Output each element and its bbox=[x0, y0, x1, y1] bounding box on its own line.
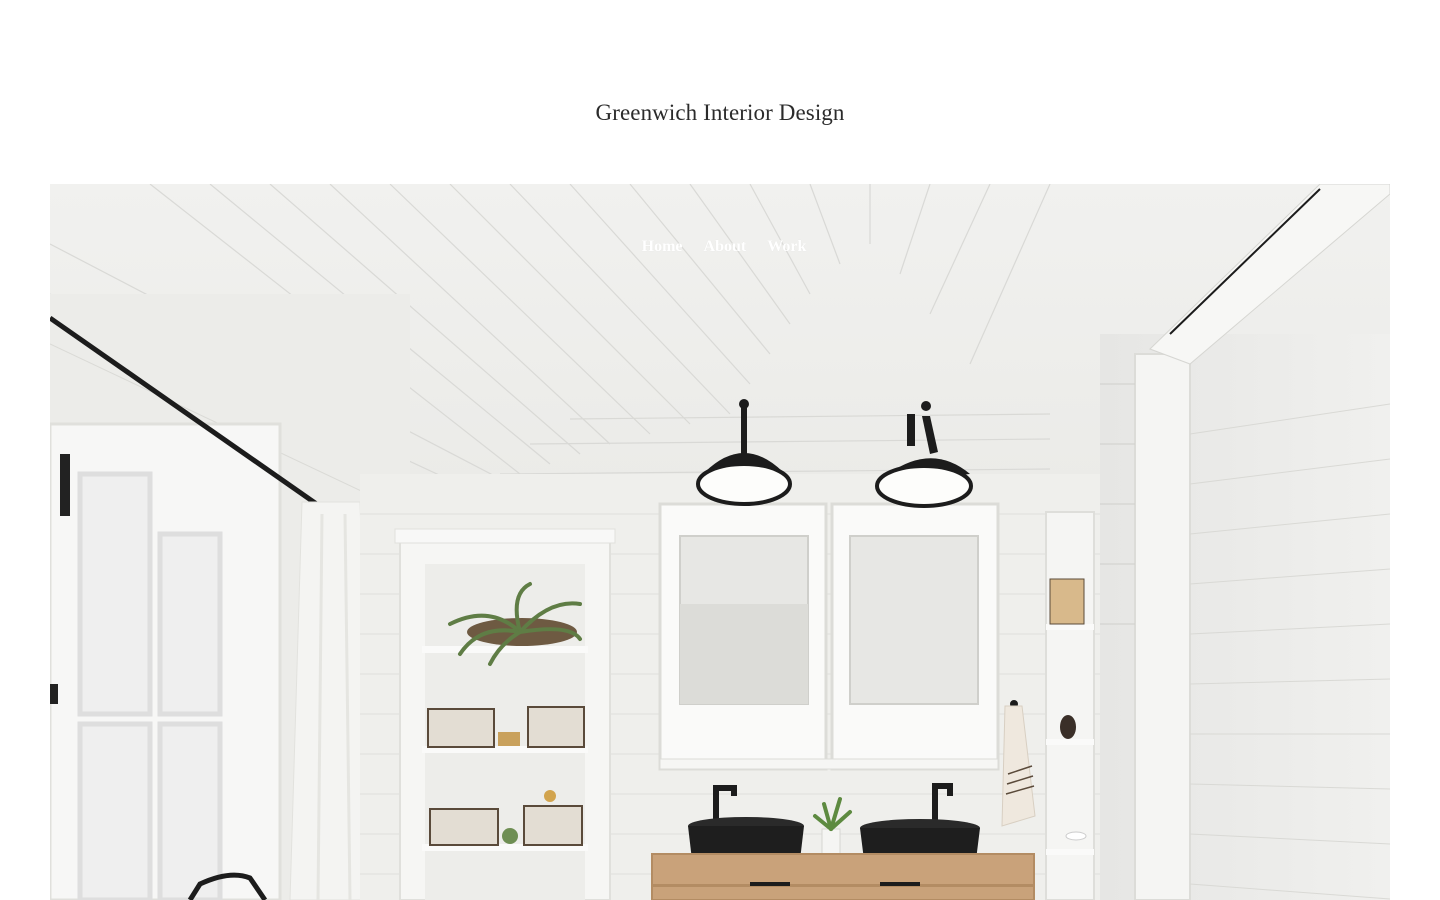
site-title[interactable]: Greenwich Interior Design bbox=[0, 100, 1440, 126]
nav-item-about[interactable]: About bbox=[704, 238, 747, 256]
nav-item-work[interactable]: Work bbox=[767, 238, 806, 256]
bathroom-illustration bbox=[50, 184, 1390, 900]
main-nav: Home About Work bbox=[50, 238, 1390, 256]
nav-item-home[interactable]: Home bbox=[642, 238, 683, 256]
hero-image: Home About Work bbox=[50, 184, 1390, 900]
